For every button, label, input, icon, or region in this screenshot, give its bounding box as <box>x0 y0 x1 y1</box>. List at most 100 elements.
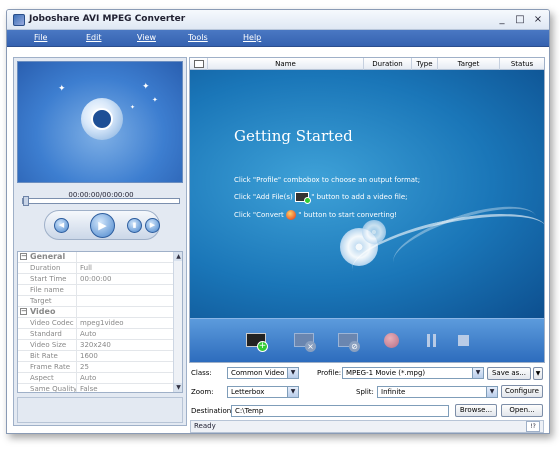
configure-button[interactable]: Configure <box>501 385 543 398</box>
property-value: 1600 <box>80 352 98 360</box>
menu-edit[interactable]: Edit <box>86 33 102 42</box>
convert-button[interactable] <box>384 333 399 348</box>
convert-icon <box>286 210 297 220</box>
menu-help[interactable]: Help <box>243 33 261 42</box>
action-toolbar: + × ⊘ <box>190 318 544 362</box>
sparkle-icon: ✦ <box>142 82 150 92</box>
browse-button[interactable]: Browse... <box>455 404 497 417</box>
column-status[interactable]: Status <box>500 58 544 70</box>
property-row[interactable]: Duration Full <box>18 263 175 274</box>
chevron-down-icon[interactable]: ▼ <box>486 387 497 397</box>
minimize-button[interactable]: _ <box>495 13 509 26</box>
open-button[interactable]: Open... <box>501 404 543 417</box>
step-forward-button[interactable]: ▮ <box>127 218 142 233</box>
property-row[interactable]: Frame Rate 25 <box>18 362 175 373</box>
settings-panel: Class: Common Video ▼ Profile: MPEG-1 Mo… <box>189 367 545 427</box>
property-value: 25 <box>80 363 89 371</box>
status-text: Ready <box>194 422 216 430</box>
collapse-toggle-icon[interactable]: − <box>20 308 27 315</box>
property-row[interactable]: Bit Rate 1600 <box>18 351 175 362</box>
property-group[interactable]: − General <box>18 252 175 263</box>
stop-button[interactable] <box>458 335 469 346</box>
select-all-column[interactable] <box>190 58 208 70</box>
property-row[interactable]: Standard Auto <box>18 329 175 340</box>
delete-icon: × <box>305 341 316 352</box>
class-select[interactable]: Common Video ▼ <box>227 367 299 379</box>
clear-list-button[interactable]: ⊘ <box>338 330 360 352</box>
property-value: False <box>80 385 98 393</box>
pause-icon-bar <box>433 334 436 347</box>
property-value: Auto <box>80 374 97 382</box>
property-description <box>17 397 183 423</box>
instruction-profile: Click "Profile" combobox to choose an ou… <box>234 176 421 184</box>
menu-file[interactable]: File <box>34 33 47 42</box>
column-divider <box>76 263 77 274</box>
chevron-down-icon[interactable]: ▼ <box>287 368 298 378</box>
seek-bar[interactable] <box>22 196 180 206</box>
property-key: Bit Rate <box>30 352 58 360</box>
add-file-button[interactable]: + <box>246 330 268 352</box>
column-name[interactable]: Name <box>208 58 364 70</box>
column-target[interactable]: Target <box>438 58 500 70</box>
instruction-convert-text: Click "Convert <box>234 211 284 219</box>
zoom-label: Zoom: <box>191 388 214 396</box>
property-key: Frame Rate <box>30 363 71 371</box>
maximize-button[interactable]: □ <box>513 13 527 26</box>
property-row[interactable]: Target <box>18 296 175 307</box>
instruction-convert: Click "Convert " button to start convert… <box>234 210 397 220</box>
profile-select[interactable]: MPEG-1 Movie (*.mpg) ▼ <box>342 367 484 379</box>
plus-icon: + <box>257 341 268 352</box>
collapse-toggle-icon[interactable]: − <box>20 253 27 260</box>
remove-file-button[interactable]: × <box>294 330 316 352</box>
class-value: Common Video <box>231 369 285 377</box>
play-button[interactable]: ▶ <box>90 213 115 238</box>
property-key: File name <box>30 286 64 294</box>
properties-scrollbar[interactable]: ▲ ▼ <box>173 252 182 392</box>
property-value: 320x240 <box>80 341 111 349</box>
property-key: Same Quality <box>30 385 78 393</box>
scroll-down-arrow-icon[interactable]: ▼ <box>174 383 182 392</box>
help-button[interactable]: !? <box>526 421 540 432</box>
seek-thumb[interactable] <box>23 196 29 206</box>
column-duration[interactable]: Duration <box>364 58 412 70</box>
destination-input[interactable]: C:\Temp <box>231 405 449 417</box>
left-panel: ✦ ✦ ✦ ✦ 00:00:00/00:00:00 ◀ ▶ ▮ ▶ − Gener… <box>13 57 187 426</box>
select-all-checkbox[interactable] <box>194 60 204 68</box>
chevron-down-icon[interactable]: ▼ <box>287 387 298 397</box>
close-button[interactable]: × <box>531 13 545 26</box>
zoom-select[interactable]: Letterbox ▼ <box>227 386 299 398</box>
scroll-up-arrow-icon[interactable]: ▲ <box>174 252 182 261</box>
rewind-button[interactable]: ◀ <box>54 218 69 233</box>
clear-icon: ⊘ <box>349 341 360 352</box>
save-as-dropdown-icon[interactable]: ▼ <box>533 367 543 380</box>
column-divider <box>76 252 77 263</box>
property-row[interactable]: File name <box>18 285 175 296</box>
instruction-add-file-text: Click "Add File(s) <box>234 193 293 201</box>
property-row[interactable]: Same Quality False <box>18 384 175 393</box>
fast-forward-button[interactable]: ▶ <box>145 218 160 233</box>
getting-started-title: Getting Started <box>234 127 353 145</box>
column-divider <box>76 351 77 362</box>
save-as-button[interactable]: Save as... <box>487 367 531 380</box>
sparkle-icon: ✦ <box>58 84 66 94</box>
property-row[interactable]: Start Time 00:00:00 <box>18 274 175 285</box>
property-row[interactable]: Video Size 320x240 <box>18 340 175 351</box>
property-group-label: General <box>30 252 66 261</box>
sparkle-icon: ✦ <box>152 96 158 104</box>
column-type[interactable]: Type <box>412 58 438 70</box>
property-row[interactable]: Video Codec mpeg1video <box>18 318 175 329</box>
property-row[interactable]: Aspect Auto <box>18 373 175 384</box>
pause-button[interactable] <box>426 334 438 347</box>
menu-tools[interactable]: Tools <box>188 33 208 42</box>
property-group[interactable]: − Video <box>18 307 175 318</box>
split-value: Infinite <box>381 388 406 396</box>
column-divider <box>76 274 77 285</box>
title-bar[interactable]: Joboshare AVI MPEG Converter _ □ × <box>7 10 549 30</box>
menu-view[interactable]: View <box>137 33 156 42</box>
split-select[interactable]: Infinite ▼ <box>377 386 498 398</box>
status-bar: Ready !? <box>190 420 544 433</box>
app-window: Joboshare AVI MPEG Converter _ □ × File … <box>6 9 550 434</box>
chevron-down-icon[interactable]: ▼ <box>472 368 483 378</box>
column-divider <box>76 373 77 384</box>
property-key: Start Time <box>30 275 67 283</box>
